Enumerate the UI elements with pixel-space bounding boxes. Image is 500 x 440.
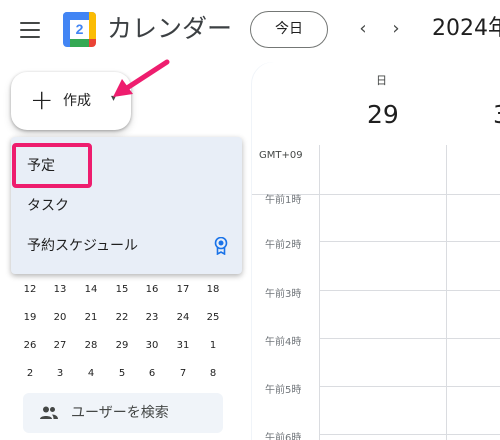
app-title: カレンダー [107,14,233,43]
menu-icon-bar [20,22,40,24]
time-label: 午前1時 [265,195,302,206]
grid-line [446,145,447,440]
mini-calendar-day[interactable]: 6 [140,366,164,382]
plus-icon: + [30,83,54,116]
mini-calendar-day[interactable]: 13 [48,282,72,298]
mini-calendar-day[interactable]: 23 [140,310,164,326]
mini-calendar-day[interactable]: 17 [171,282,195,298]
mini-calendar-day[interactable]: 27 [48,338,72,354]
mini-calendar-day[interactable]: 1 [201,338,225,354]
mini-calendar-day[interactable]: 26 [18,338,42,354]
mini-calendar-day[interactable]: 14 [79,282,103,298]
mini-calendar-day[interactable]: 29 [110,338,134,354]
hour-line [320,434,500,435]
search-users-button[interactable]: ユーザーを検索 [23,393,223,433]
hour-line [320,338,500,339]
hour-line [320,290,500,291]
mini-calendar-day[interactable]: 3 [48,366,72,382]
create-label: 作成 [63,93,91,109]
time-label: 午前6時 [265,433,302,440]
mini-calendar-day[interactable]: 21 [79,310,103,326]
time-label: 午前3時 [265,289,302,300]
day-of-week-label: 日 [376,74,387,87]
main-menu-icon[interactable] [20,22,40,38]
next-period-icon[interactable]: › [387,18,405,40]
hour-line [320,241,500,242]
mini-calendar-day[interactable]: 7 [171,366,195,382]
mini-calendar-day[interactable]: 25 [201,310,225,326]
today-button[interactable]: 今日 [250,11,328,48]
grid-line [319,145,320,440]
time-label: 午前5時 [265,385,302,396]
mini-calendar-week: 2 3 4 5 6 7 8 [22,366,222,382]
hour-line [320,386,500,387]
mini-calendar-week: 19 20 21 22 23 24 25 [22,310,222,326]
mini-calendar-day[interactable]: 15 [110,282,134,298]
mini-calendar-day[interactable]: 12 [18,282,42,298]
next-day-number[interactable]: 3 [493,100,500,130]
mini-calendar-week: 26 27 28 29 30 31 1 [22,338,222,354]
create-button[interactable]: + 作成 ▾ [11,72,131,130]
people-icon [40,406,58,419]
day-number[interactable]: 29 [367,100,399,130]
menu-item-task[interactable]: タスク [27,197,69,215]
mini-calendar-day[interactable]: 31 [171,338,195,354]
logo-number: 2 [70,20,89,39]
mini-calendar-day[interactable]: 8 [201,366,225,382]
mini-calendar-day[interactable]: 5 [110,366,134,382]
mini-calendar-day[interactable]: 19 [18,310,42,326]
mini-calendar-day[interactable]: 28 [79,338,103,354]
mini-calendar-day[interactable]: 2 [18,366,42,382]
menu-item-appointment-schedule[interactable]: 予約スケジュール [27,237,138,255]
highlight-box [12,143,92,188]
menu-icon-bar [20,36,40,38]
time-label: 午前2時 [265,240,302,251]
mini-calendar-day[interactable]: 20 [48,310,72,326]
mini-calendar-day[interactable]: 30 [140,338,164,354]
mini-calendar-day[interactable]: 16 [140,282,164,298]
calendar-logo-icon: 2 [63,12,96,47]
mini-calendar-day[interactable]: 4 [79,366,103,382]
mini-calendar-day[interactable]: 24 [171,310,195,326]
mini-calendar-day[interactable]: 18 [201,282,225,298]
previous-period-icon[interactable]: ‹ [354,18,372,40]
mini-calendar-day[interactable]: 22 [110,310,134,326]
timezone-label: GMT+09 [259,150,303,161]
time-label: 午前4時 [265,337,302,348]
mini-calendar-week: 12 13 14 15 16 17 18 [22,282,222,298]
dropdown-caret-icon: ▾ [111,93,117,104]
current-date-range: 2024年 [432,16,500,41]
premium-badge-icon [214,237,228,255]
menu-icon-bar [20,29,40,31]
search-users-label: ユーザーを検索 [71,405,169,421]
